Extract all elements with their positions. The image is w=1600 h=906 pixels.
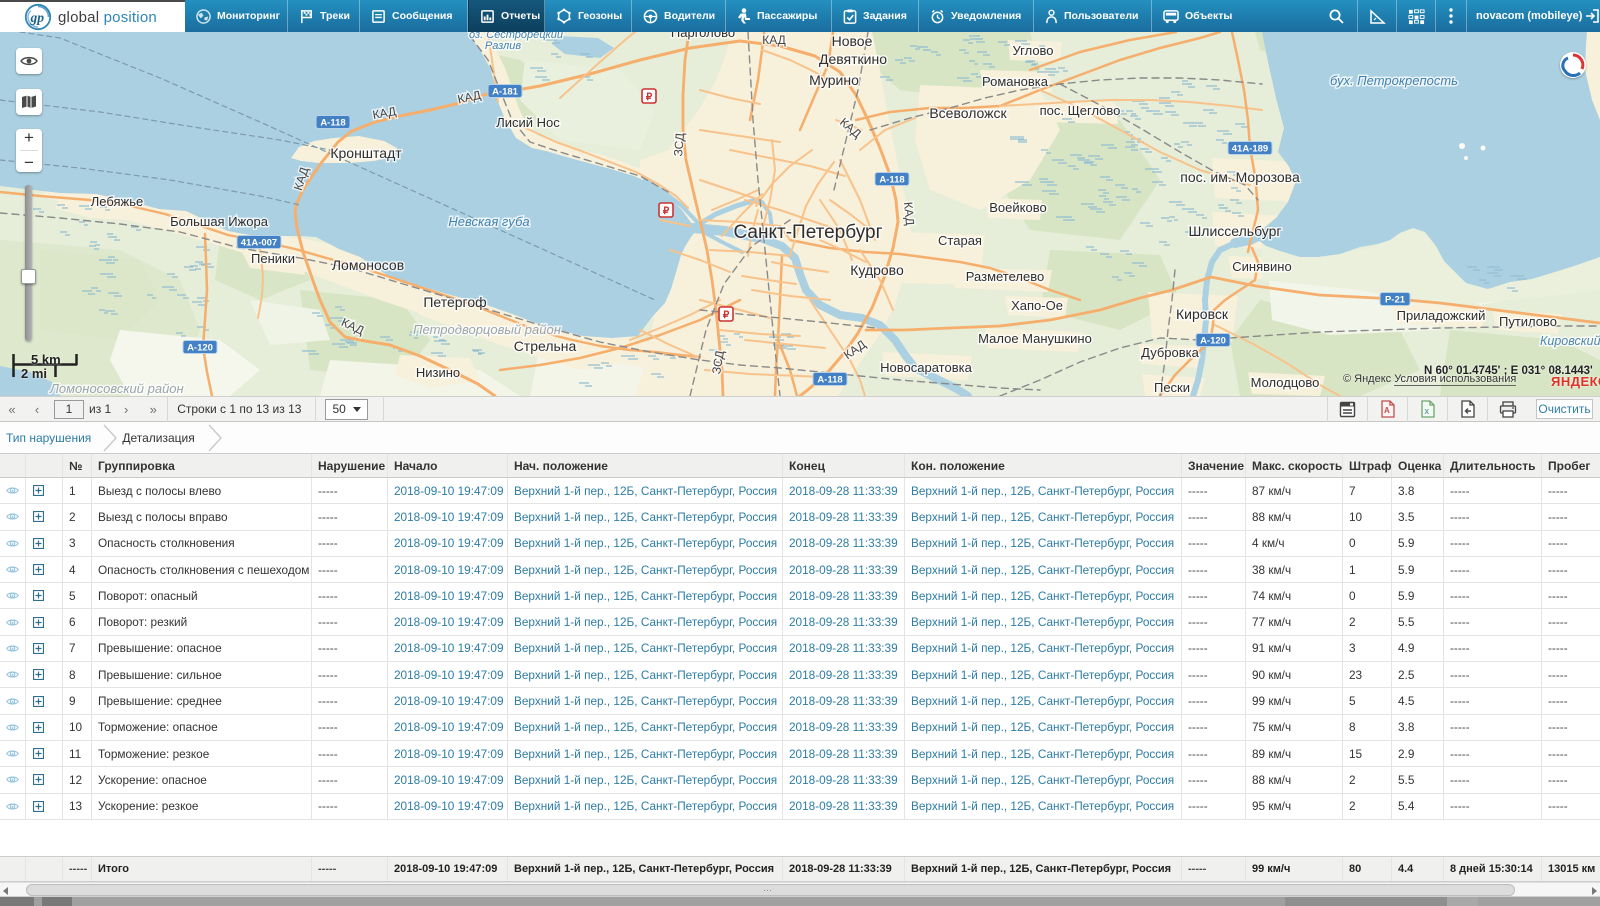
- svg-text:бух. Петрокрепость: бух. Петрокрепость: [1330, 73, 1458, 88]
- svg-text:Невская губа: Невская губа: [448, 214, 529, 229]
- svg-text:Девяткино: Девяткино: [819, 51, 887, 67]
- svg-text:Кронштадт: Кронштадт: [330, 145, 402, 161]
- svg-text:Синявино: Синявино: [1232, 259, 1291, 274]
- svg-text:Кировский р: Кировский р: [1540, 334, 1600, 348]
- svg-text:Санкт-Петербург: Санкт-Петербург: [733, 222, 882, 243]
- svg-text:Кировск: Кировск: [1176, 306, 1229, 322]
- svg-text:Новое: Новое: [832, 33, 873, 49]
- svg-text:Ломоносов: Ломоносов: [332, 257, 404, 273]
- svg-text:Петергоф: Петергоф: [423, 294, 486, 310]
- svg-text:Кудрово: Кудрово: [850, 262, 904, 278]
- svg-text:ЗСД: ЗСД: [671, 132, 687, 157]
- svg-text:Шлиссельбург: Шлиссельбург: [1188, 223, 1281, 239]
- svg-text:А-118: А-118: [817, 375, 842, 386]
- svg-text:Петродворцовый район: Петродворцовый район: [413, 322, 561, 337]
- svg-text:₽: ₽: [646, 92, 653, 103]
- svg-text:Разлив: Разлив: [485, 40, 521, 52]
- svg-text:А-118: А-118: [879, 175, 904, 186]
- svg-text:Стрельна: Стрельна: [514, 338, 577, 354]
- svg-text:Романовка: Романовка: [982, 74, 1049, 89]
- svg-text:41А-007: 41А-007: [241, 238, 277, 249]
- svg-text:A: A: [1384, 406, 1390, 415]
- svg-text:Ломоносовский район: Ломоносовский район: [49, 381, 184, 396]
- svg-text:₽: ₽: [723, 310, 730, 321]
- svg-text:пос. им. Морозова: пос. им. Морозова: [1180, 169, 1300, 185]
- svg-text:Дубровка: Дубровка: [1141, 345, 1200, 360]
- svg-text:Всеволожск: Всеволожск: [929, 105, 1007, 121]
- svg-text:Углово: Углово: [1012, 43, 1053, 58]
- svg-text:Низино: Низино: [416, 365, 460, 380]
- svg-text:КАД: КАД: [901, 201, 917, 226]
- svg-text:А-120: А-120: [187, 343, 213, 354]
- svg-text:Приладожский: Приладожский: [1397, 308, 1486, 323]
- svg-text:Лебяжье: Лебяжье: [91, 194, 144, 209]
- svg-text:Пеники: Пеники: [251, 251, 295, 266]
- svg-text:Р-21: Р-21: [1385, 295, 1406, 306]
- svg-text:Парголово: Парголово: [671, 32, 735, 40]
- svg-text:А-120: А-120: [1200, 336, 1226, 347]
- svg-text:Старая: Старая: [938, 233, 982, 248]
- svg-text:Молодцово: Молодцово: [1251, 375, 1320, 390]
- svg-text:Малое Манушкино: Малое Манушкино: [978, 331, 1092, 346]
- svg-text:Мурино: Мурино: [809, 72, 859, 88]
- svg-text:Новосаратовка: Новосаратовка: [880, 360, 972, 375]
- svg-text:Пески: Пески: [1154, 380, 1190, 395]
- svg-text:gp: gp: [30, 10, 45, 25]
- svg-text:₽: ₽: [663, 206, 670, 217]
- svg-text:Путилово: Путилово: [1499, 314, 1557, 329]
- svg-text:Большая Ижора: Большая Ижора: [170, 214, 269, 229]
- svg-text:А-118: А-118: [320, 118, 345, 129]
- svg-text:Воейково: Воейково: [989, 200, 1046, 215]
- svg-text:КАД: КАД: [762, 33, 786, 47]
- svg-text:Хапо-Ое: Хапо-Ое: [1011, 298, 1063, 313]
- svg-text:А-181: А-181: [492, 87, 519, 98]
- svg-text:пос. Щеглово: пос. Щеглово: [1040, 103, 1121, 118]
- svg-text:41А-189: 41А-189: [1232, 144, 1268, 155]
- svg-text:Лисий Нос: Лисий Нос: [496, 115, 560, 130]
- svg-text:Разметелево: Разметелево: [966, 269, 1044, 284]
- svg-text:x: x: [1424, 406, 1429, 416]
